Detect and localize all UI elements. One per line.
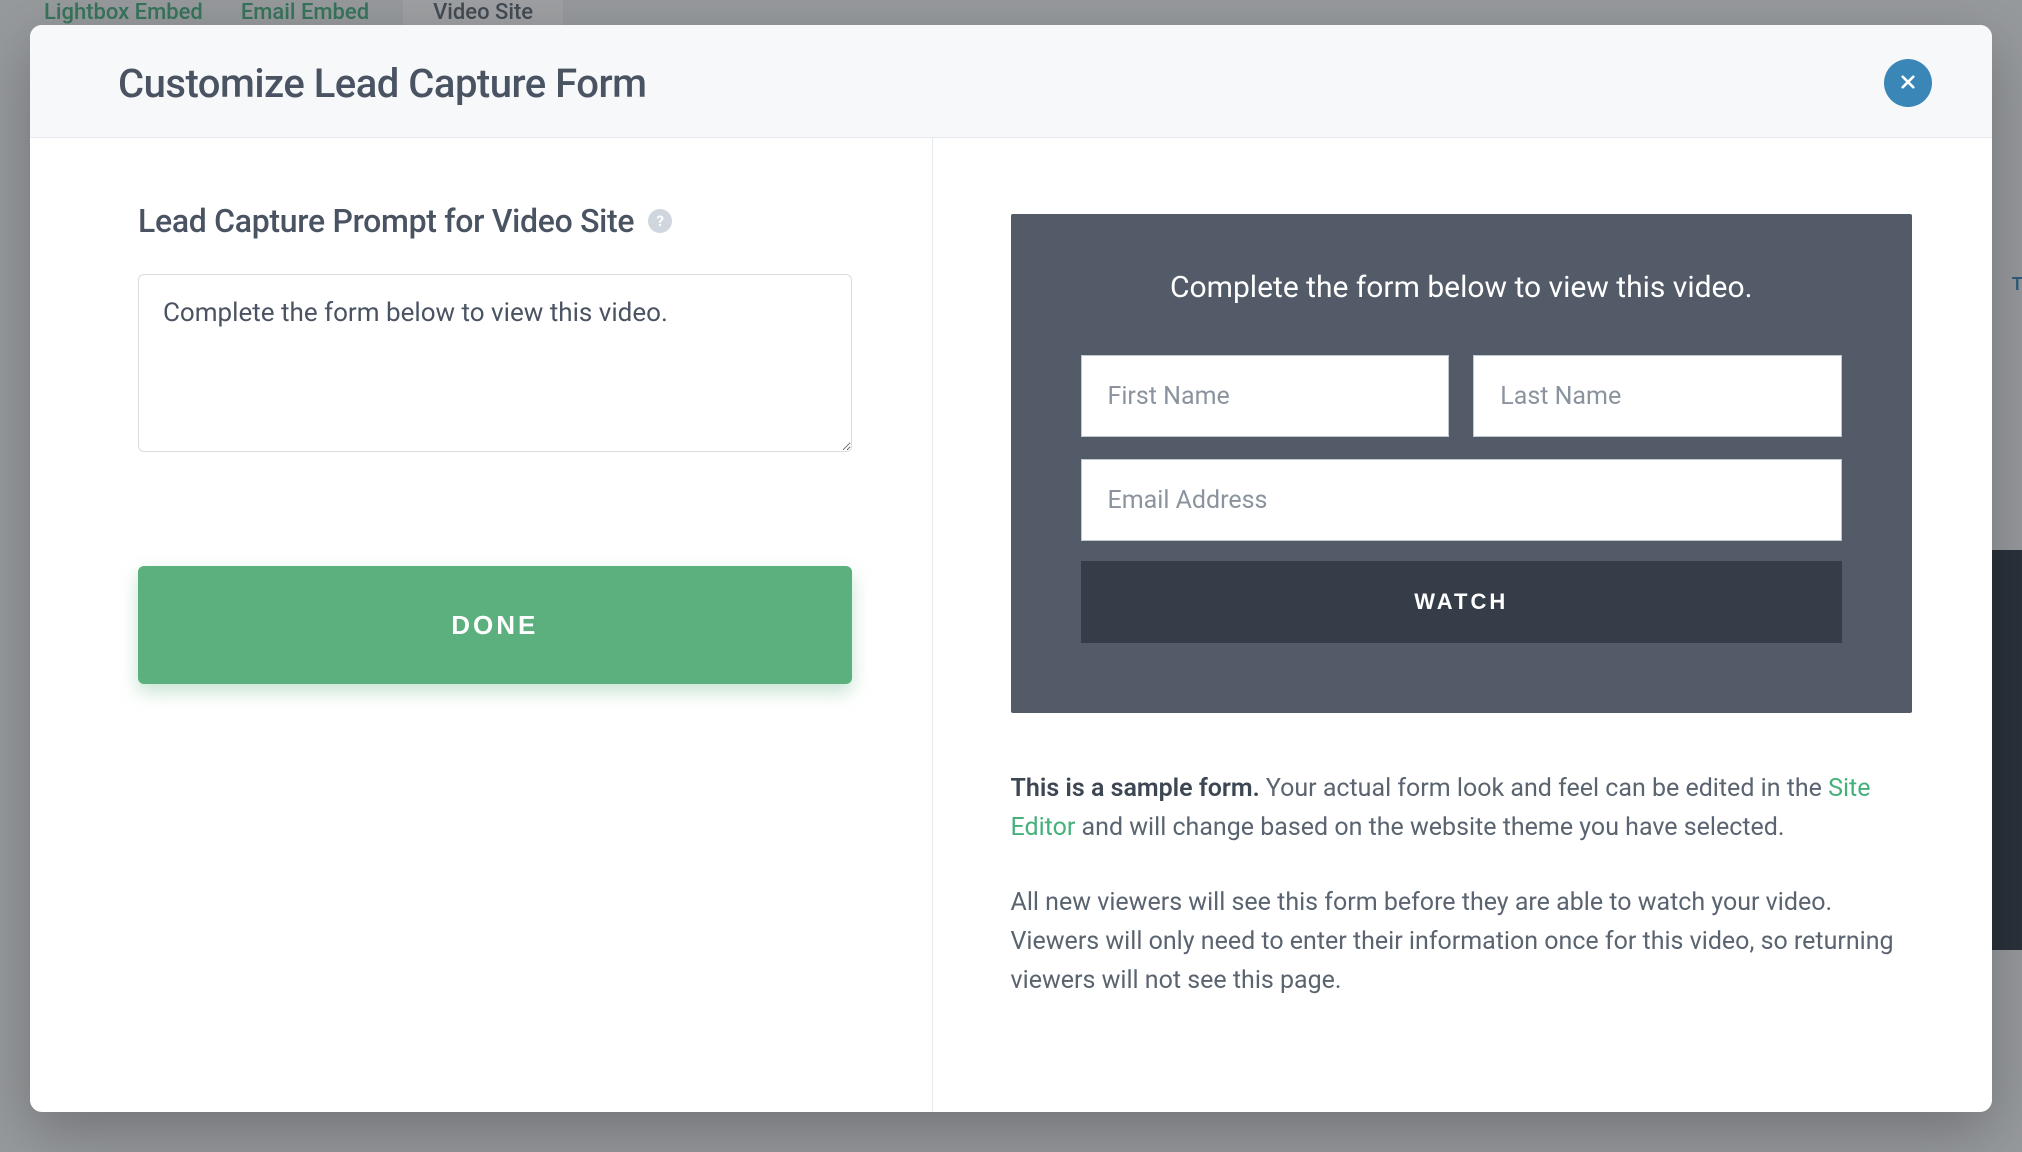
preview-heading: Complete the form below to view this vid… [1081, 270, 1842, 305]
section-label-row: Lead Capture Prompt for Video Site ? [138, 202, 852, 240]
preview-last-name-field[interactable] [1473, 355, 1842, 437]
left-pane: Lead Capture Prompt for Video Site ? DON… [30, 138, 933, 1112]
help-text: This is a sample form. Your actual form … [1011, 769, 1912, 1000]
right-pane: Complete the form below to view this vid… [933, 138, 1992, 1112]
preview-watch-button[interactable]: WATCH [1081, 561, 1842, 643]
modal-header: Customize Lead Capture Form [30, 25, 1992, 138]
help-paragraph-1: This is a sample form. Your actual form … [1011, 769, 1912, 847]
done-button[interactable]: DONE [138, 566, 852, 684]
modal-title: Customize Lead Capture Form [118, 60, 646, 107]
lead-capture-prompt-textarea[interactable] [138, 274, 852, 452]
preview-first-name-field[interactable] [1081, 355, 1450, 437]
help-line1-rest: Your actual form look and feel can be ed… [1260, 774, 1828, 803]
modal-customize-lead-capture: Customize Lead Capture Form Lead Capture… [30, 25, 1992, 1112]
help-line1-tail: and will change based on the website the… [1075, 813, 1784, 842]
help-paragraph-2: All new viewers will see this form befor… [1011, 883, 1912, 1000]
help-strong: This is a sample form. [1011, 774, 1260, 803]
preview-card: Complete the form below to view this vid… [1011, 214, 1912, 713]
close-icon [1899, 73, 1917, 94]
preview-name-row [1081, 355, 1842, 437]
section-label: Lead Capture Prompt for Video Site [138, 202, 634, 240]
close-button[interactable] [1884, 59, 1932, 107]
modal-body: Lead Capture Prompt for Video Site ? DON… [30, 138, 1992, 1112]
preview-email-field[interactable] [1081, 459, 1842, 541]
help-icon[interactable]: ? [648, 209, 672, 233]
